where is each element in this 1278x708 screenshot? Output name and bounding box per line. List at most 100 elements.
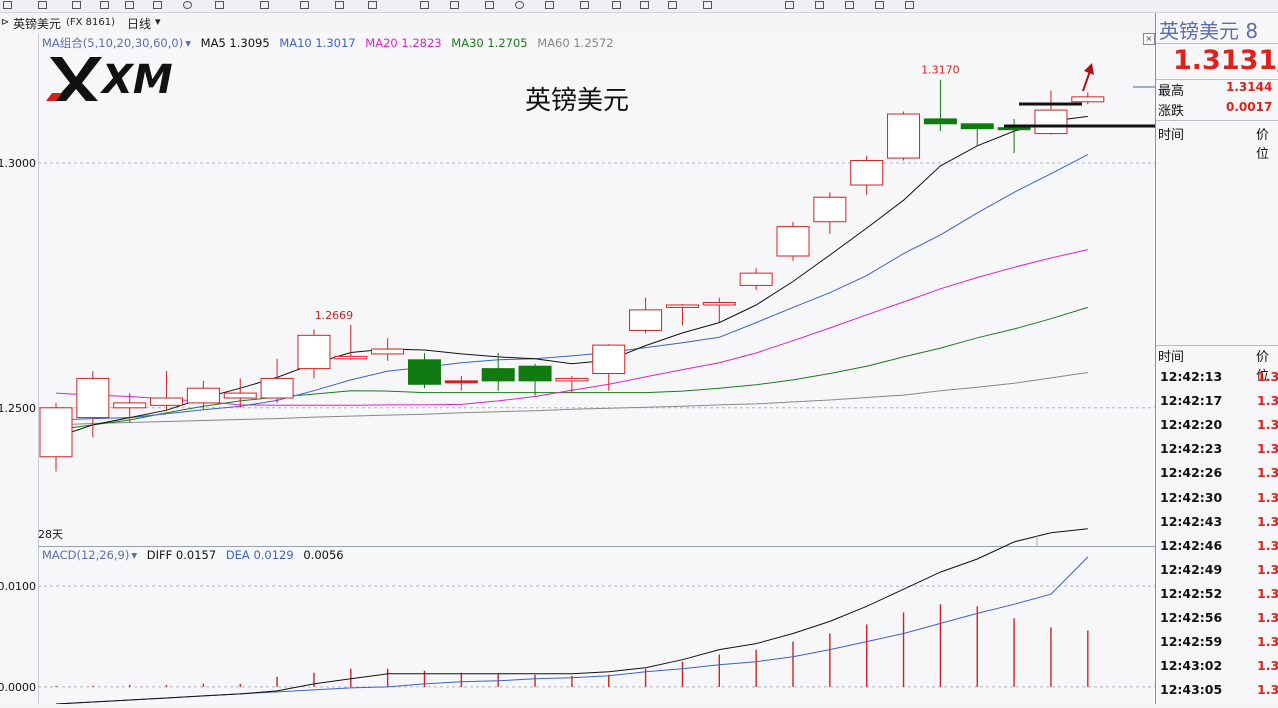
price-axis-label: 1.2500 [0,402,36,415]
candle-body [665,304,699,308]
ma10-value: MA10 1.3017 [279,36,356,50]
candle-body [371,348,405,355]
drawn-arrow[interactable] [1082,70,1091,92]
tick-time: 12:43:05 [1160,682,1223,698]
tick-price: 1.3129 [1257,369,1278,384]
change-value: 0.0017 [1226,100,1273,114]
toolbar-icon[interactable] [703,1,712,9]
toolbar-icon[interactable] [335,1,344,9]
candle-up [334,325,368,360]
candle-up [887,111,921,161]
trade-tick-row: 12:42:23 1.3130 [1156,441,1278,465]
candle-body [334,355,368,360]
toolbar-icon[interactable] [815,1,824,9]
collapse-icon[interactable]: ⊳ [1,17,9,28]
toolbar-icon[interactable] [38,1,47,9]
quote-title: 英镑美元 8 [1159,19,1259,43]
period-selector[interactable]: 日线 [127,15,151,32]
candle-up [702,297,736,323]
tick-price: 1.3130 [1257,682,1278,698]
toolbar-icon[interactable] [515,1,524,9]
tick-price: 1.3130 [1257,658,1278,674]
xm-logo: XM [46,57,173,103]
tick-price: 1.3130 [1257,417,1278,433]
candle-body [592,344,626,375]
macd-legend: MACD(12,26,9) ▾ DIFF 0.0157 DEA 0.0129 0.… [42,548,350,562]
quote-high-row: 最高 1.3144 [1156,80,1278,100]
toolbar-icon[interactable] [545,1,554,9]
candle-body [408,359,441,385]
toolbar-icon[interactable] [420,1,429,9]
candle-up [297,329,331,379]
instrument-code: (FX 8161) [66,17,116,28]
toolbar-icon[interactable] [785,1,794,9]
toolbar [0,0,1278,13]
toolbar-icon[interactable] [125,1,134,9]
toolbar-icon[interactable] [640,1,649,9]
chevron-down-icon[interactable]: ▾ [185,36,191,50]
toolbar-icon[interactable] [485,1,494,9]
candle-up [555,375,589,394]
candle-body [113,402,147,409]
toolbar-icon[interactable] [905,1,914,9]
chevron-down-icon[interactable]: ▾ [131,548,137,562]
macd-legend-title[interactable]: MACD(12,26,9) [42,548,129,562]
toolbar-icon[interactable] [215,1,224,9]
toolbar-icon[interactable] [668,1,677,9]
candle-down [923,79,957,132]
tick-time: 12:42:20 [1160,417,1223,433]
candle-body [997,127,1031,131]
logo-text: XM [99,57,173,103]
toolbar-icon[interactable] [300,1,309,9]
tick-time: 12:42:46 [1160,537,1223,553]
toolbar-icon[interactable] [450,1,459,9]
tick-price: 1.313 [1257,610,1278,625]
tick-price: 1.313 [1257,489,1278,505]
macd-diff-value: DIFF 0.0157 [146,548,217,562]
ma20-value: MA20 1.2823 [365,36,442,50]
candle-up [665,303,699,326]
tick-price: 1.313 [1257,513,1278,529]
tick-price: 1.313 [1257,537,1278,553]
toolbar-icon[interactable] [260,1,269,9]
tick-price: 1.3130 [1257,441,1278,457]
trade-tick-row: 12:42:30 1.313 [1156,490,1278,514]
kline-chart-area[interactable]: 1.3000 1.2500 0.0100 0.0000 XM 英镑美元 1.31… [0,33,1155,705]
toolbar-icon[interactable] [72,1,81,9]
ma5-value: MA5 1.3095 [200,36,270,50]
candle-up [371,338,405,361]
toolbar-icon[interactable] [183,1,192,9]
tick-time: 12:42:49 [1160,561,1223,577]
toolbar-icon[interactable] [100,1,109,9]
ma-legend-title[interactable]: MA组合(5,10,20,30,60,0) [42,36,183,50]
tick-time: 12:42:26 [1160,465,1223,481]
chevron-down-icon[interactable]: ▾ [155,15,161,28]
instrument-name: 英镑美元 [13,17,62,31]
candle-body [739,272,773,286]
toolbar-icon[interactable] [580,1,589,9]
candle-body [887,113,921,159]
candle-up [76,371,110,438]
kline-chart[interactable]: 1.3000 1.2500 0.0100 0.0000 XM 英镑美元 1.31… [0,33,1155,705]
toolbar-icon[interactable] [612,1,621,9]
tick-time: 12:42:52 [1160,585,1223,601]
candle-body [1034,109,1068,135]
candle-up [150,371,184,411]
candle-up [39,402,73,472]
candle-body [776,226,810,257]
trade-tick-row: 12:42:52 1.3130 [1156,586,1278,610]
toolbar-icon[interactable] [368,1,377,9]
trade-tick-row: 12:42:46 1.313 [1156,538,1278,562]
tick-time: 12:42:17 [1160,393,1223,409]
macd-dea-value: DEA 0.0129 [225,548,294,562]
trade-tick-row: 12:42:26 1.313 [1156,465,1278,489]
candle-up [850,155,884,195]
close-icon[interactable]: × [1143,33,1155,45]
candle-body [813,196,847,223]
candlesticks[interactable] [39,79,1105,472]
toolbar-icon[interactable] [875,1,884,9]
toolbar-icon[interactable] [3,1,12,9]
toolbar-icon[interactable] [153,1,162,9]
candle-body [629,309,663,331]
toolbar-icon[interactable] [845,1,854,9]
